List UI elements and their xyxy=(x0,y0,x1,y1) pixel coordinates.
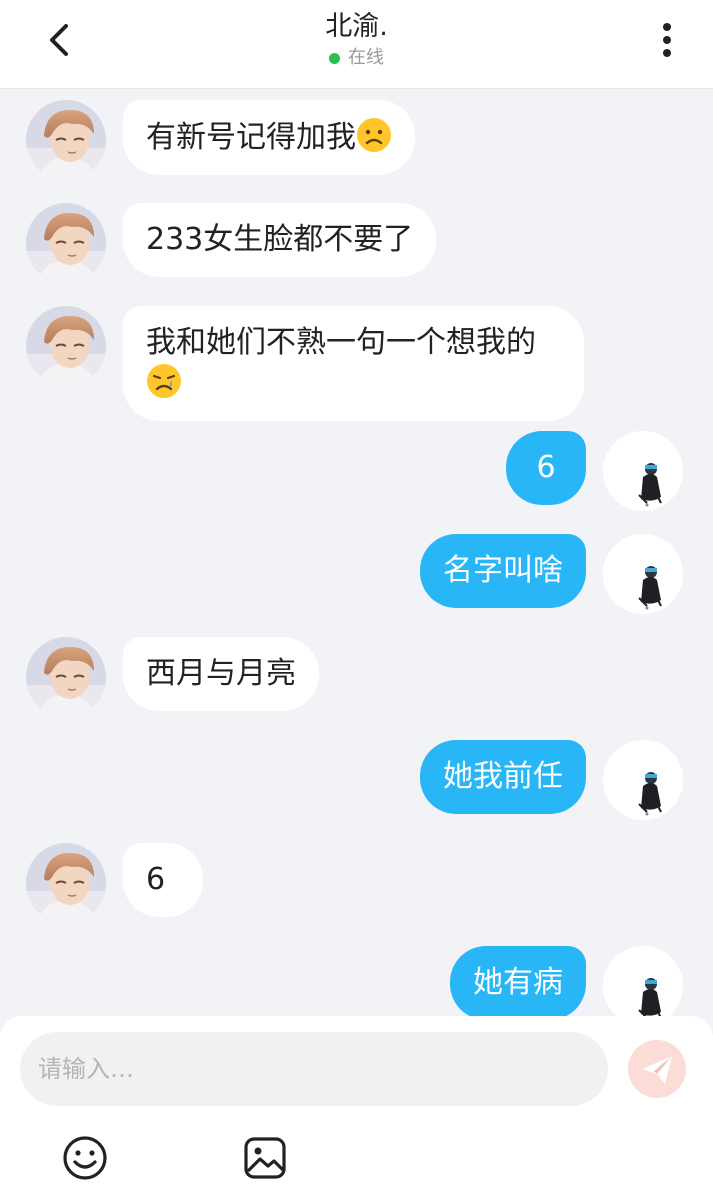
contact-avatar[interactable] xyxy=(26,100,106,180)
message-text: 我和她们不熟一句一个想我的 xyxy=(146,325,536,360)
message-bubble[interactable]: 名字叫啥 xyxy=(420,534,586,608)
composer-panel xyxy=(0,1016,713,1188)
send-button[interactable] xyxy=(628,1040,686,1098)
crying-face-icon xyxy=(147,364,181,398)
message-text: 6 xyxy=(146,862,166,897)
contact-avatar[interactable] xyxy=(26,843,106,923)
message-input[interactable] xyxy=(20,1032,608,1106)
message-text: 名字叫啥 xyxy=(443,553,563,588)
message-bubble[interactable]: 有新号记得加我 xyxy=(123,100,415,175)
online-status: 在线 xyxy=(329,46,384,70)
smiley-icon xyxy=(63,1136,107,1180)
more-options-button[interactable] xyxy=(645,18,689,66)
message-text: 她我前任 xyxy=(443,759,563,794)
message-bubble[interactable]: 6 xyxy=(123,843,203,917)
contact-avatar[interactable] xyxy=(26,637,106,717)
my-avatar[interactable] xyxy=(603,431,683,511)
message-text: 她有病 xyxy=(473,965,563,1000)
my-avatar[interactable] xyxy=(603,946,683,1018)
title-area: 北渝. 在线 xyxy=(0,8,713,70)
contact-avatar[interactable] xyxy=(26,203,106,283)
chat-header: 北渝. 在线 xyxy=(0,0,713,89)
chat-title: 北渝. xyxy=(325,11,388,42)
my-avatar[interactable] xyxy=(603,740,683,820)
message-bubble[interactable]: 233女生脸都不要了 xyxy=(123,203,437,277)
emoji-button[interactable] xyxy=(61,1134,109,1182)
message-bubble[interactable]: 我和她们不熟一句一个想我的 xyxy=(123,306,584,421)
message-list[interactable]: 有新号记得加我 233女生脸都不要了 我和她们不熟一句一个想我的 6 名字叫啥 … xyxy=(0,88,713,1018)
message-bubble[interactable]: 她我前任 xyxy=(420,740,586,814)
image-button[interactable] xyxy=(241,1134,289,1182)
more-vertical-icon xyxy=(663,23,671,57)
message-text: 6 xyxy=(536,450,556,485)
my-avatar[interactable] xyxy=(603,534,683,614)
message-text: 西月与月亮 xyxy=(146,656,296,691)
worried-face-icon xyxy=(357,118,391,152)
image-icon xyxy=(244,1137,286,1179)
online-dot xyxy=(329,52,340,64)
message-text: 233女生脸都不要了 xyxy=(146,222,414,257)
status-text: 在线 xyxy=(348,47,384,68)
message-bubble[interactable]: 西月与月亮 xyxy=(123,637,319,711)
paper-plane-icon xyxy=(642,1056,672,1084)
contact-avatar[interactable] xyxy=(26,306,106,386)
message-bubble[interactable]: 她有病 xyxy=(450,946,586,1018)
message-text: 有新号记得加我 xyxy=(146,120,356,155)
message-bubble[interactable]: 6 xyxy=(506,431,586,505)
